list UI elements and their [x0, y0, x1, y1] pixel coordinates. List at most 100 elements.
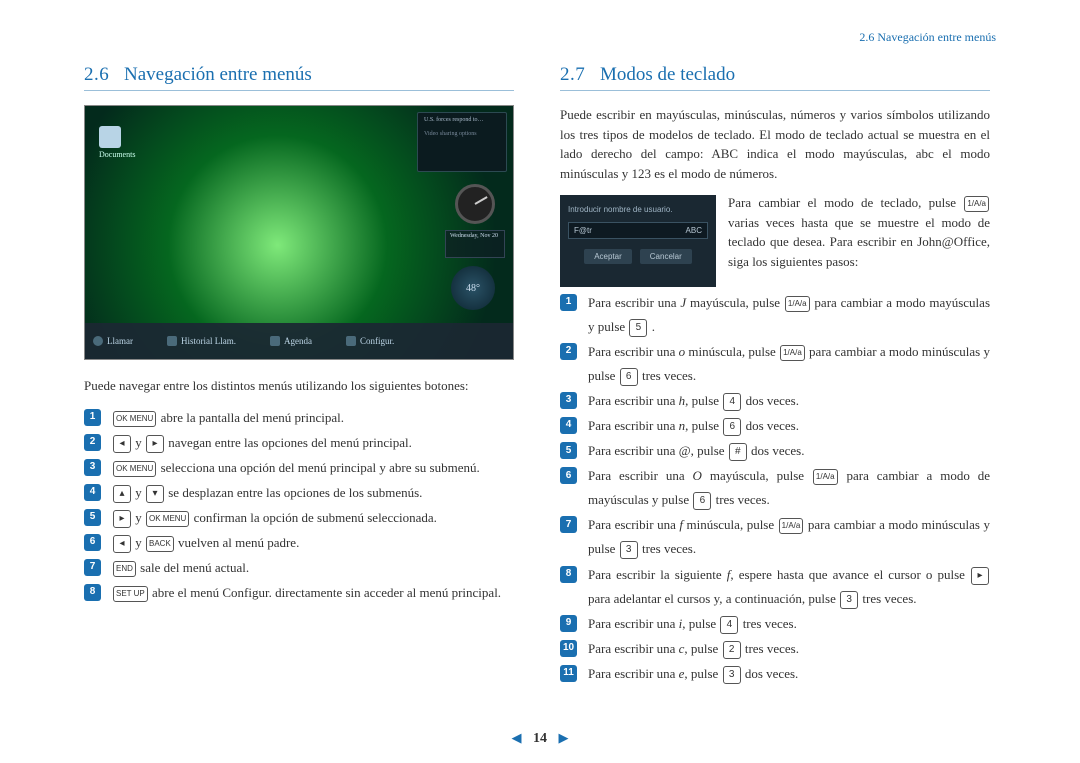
- key-icon: 1/A/a: [779, 518, 804, 534]
- running-head: 2.6 Navegación entre menús: [859, 30, 996, 45]
- italic-char: @: [679, 443, 691, 458]
- key-icon: BACK: [146, 536, 174, 552]
- list-item: 6Para escribir una O mayúscula, pulse 1/…: [560, 464, 990, 512]
- italic-char: c: [679, 641, 685, 656]
- screenshot-bottom-bar: Llamar Historial Llam. Agenda Configur.: [85, 323, 513, 359]
- screenshot-btn-agenda: Agenda: [270, 336, 312, 346]
- screenshot-date-widget: Wednesday, Nov 20: [445, 230, 505, 258]
- list-item: 1OK MENU abre la pantalla del menú princ…: [84, 406, 514, 430]
- step-number: 8: [84, 584, 101, 601]
- inset-title: Introducir nombre de usuario.: [568, 205, 708, 214]
- page-navigation: ◀ 14 ▶: [0, 730, 1080, 747]
- list-item: 4Para escribir una n, pulse 6 dos veces.: [560, 414, 990, 438]
- key-icon: ▸: [971, 567, 989, 585]
- screenshot-weather-widget: 48°: [451, 266, 495, 310]
- inset-field-value: F@tr: [574, 226, 592, 235]
- key-icon: ◂: [113, 535, 131, 553]
- screenshot-news-widget: [417, 112, 507, 172]
- italic-char: J: [680, 295, 686, 310]
- inset-cancel-button: Cancelar: [640, 249, 692, 264]
- inset-accept-button: Aceptar: [584, 249, 632, 264]
- heading-title: Modos de teclado: [600, 64, 735, 85]
- italic-char: o: [679, 344, 686, 359]
- list-item: 8SET UP abre el menú Configur. directame…: [84, 581, 514, 605]
- section-heading-2-6: 2.6 Navegación entre menús: [84, 64, 514, 91]
- prev-page-icon[interactable]: ◀: [512, 730, 522, 745]
- screenshot-btn-history: Historial Llam.: [167, 336, 236, 346]
- step-number: 4: [560, 417, 577, 434]
- italic-char: O: [693, 468, 702, 483]
- key-icon: 1/A/a: [964, 196, 989, 212]
- list-item: 2◂ y ▸ navegan entre las opciones del me…: [84, 431, 514, 455]
- list-item: 9Para escribir una i, pulse 4 tres veces…: [560, 612, 990, 636]
- key-icon: ▴: [113, 485, 131, 503]
- key-icon: OK MENU: [113, 411, 156, 427]
- list-item: 3OK MENU selecciona una opción del menú …: [84, 456, 514, 480]
- step-number: 5: [84, 509, 101, 526]
- screenshot-btn-call: Llamar: [93, 336, 133, 346]
- key-icon: 3: [723, 666, 741, 684]
- key-icon: OK MENU: [113, 461, 156, 477]
- key-icon: 4: [723, 393, 741, 411]
- screenshot-btn-config: Configur.: [346, 336, 394, 346]
- key-icon: #: [729, 443, 747, 461]
- key-icon: ▸: [146, 435, 164, 453]
- left-column: 2.6 Navegación entre menús Documents Wed…: [84, 64, 514, 687]
- list-item: 11Para escribir una e, pulse 3 dos veces…: [560, 662, 990, 686]
- section-heading-2-7: 2.7 Modos de teclado: [560, 64, 990, 91]
- key-icon: ▾: [146, 485, 164, 503]
- step-number: 6: [560, 467, 577, 484]
- inset-input-field: F@tr ABC: [568, 222, 708, 239]
- list-item: 6◂ y BACK vuelven al menú padre.: [84, 531, 514, 555]
- italic-char: e: [679, 666, 685, 681]
- step-number: 10: [560, 640, 577, 657]
- key-icon: 4: [720, 616, 738, 634]
- list-item: 4▴ y ▾ se desplazan entre las opciones d…: [84, 481, 514, 505]
- key-icon: OK MENU: [146, 511, 189, 527]
- step-number: 1: [84, 409, 101, 426]
- heading-title: Navegación entre menús: [124, 64, 312, 85]
- step-number: 8: [560, 566, 577, 583]
- key-icon: 1/A/a: [780, 345, 805, 361]
- inset-field-mode: ABC: [686, 226, 702, 235]
- step-number: 6: [84, 534, 101, 551]
- key-icon: ◂: [113, 435, 131, 453]
- key-icon: 6: [693, 492, 711, 510]
- italic-char: n: [679, 418, 686, 433]
- list-item: 5Para escribir una @, pulse # dos veces.: [560, 439, 990, 463]
- left-intro: Puede navegar entre los distintos menús …: [84, 376, 514, 396]
- italic-char: h: [679, 393, 686, 408]
- device-screenshot: Documents Wednesday, Nov 20 48° Llamar H…: [84, 105, 514, 360]
- step-number: 9: [560, 615, 577, 632]
- right-para-1: Puede escribir en mayúsculas, minúsculas…: [560, 105, 990, 183]
- step-number: 5: [560, 442, 577, 459]
- step-number: 3: [84, 459, 101, 476]
- key-icon: 3: [620, 541, 638, 559]
- list-item: 1Para escribir una J mayúscula, pulse 1/…: [560, 291, 990, 339]
- key-icon: 1/A/a: [813, 469, 838, 485]
- italic-char: i: [679, 616, 683, 631]
- key-icon: END: [113, 561, 136, 577]
- key-icon: 3: [840, 591, 858, 609]
- list-item: 8Para escribir la siguiente f, espere ha…: [560, 563, 990, 611]
- step-number: 7: [560, 516, 577, 533]
- navigation-steps-list: 1OK MENU abre la pantalla del menú princ…: [84, 406, 514, 605]
- key-icon: 6: [620, 368, 638, 386]
- key-icon: 6: [723, 418, 741, 436]
- next-page-icon[interactable]: ▶: [559, 730, 569, 745]
- list-item: 7Para escribir una f minúscula, pulse 1/…: [560, 513, 990, 561]
- key-icon: ▸: [113, 510, 131, 528]
- italic-char: f: [679, 517, 683, 532]
- list-item: 5▸ y OK MENU confirman la opción de subm…: [84, 506, 514, 530]
- step-number: 2: [560, 343, 577, 360]
- screenshot-clock-widget: [455, 184, 495, 224]
- keyboard-steps-list: 1Para escribir una J mayúscula, pulse 1/…: [560, 291, 990, 686]
- list-item: 10Para escribir una c, pulse 2 tres vece…: [560, 637, 990, 661]
- step-number: 2: [84, 434, 101, 451]
- list-item: 2Para escribir una o minúscula, pulse 1/…: [560, 340, 990, 388]
- key-icon: 5: [629, 319, 647, 337]
- key-icon: 1/A/a: [785, 296, 810, 312]
- heading-number: 2.6: [84, 64, 109, 85]
- italic-char: f: [727, 567, 731, 582]
- step-number: 4: [84, 484, 101, 501]
